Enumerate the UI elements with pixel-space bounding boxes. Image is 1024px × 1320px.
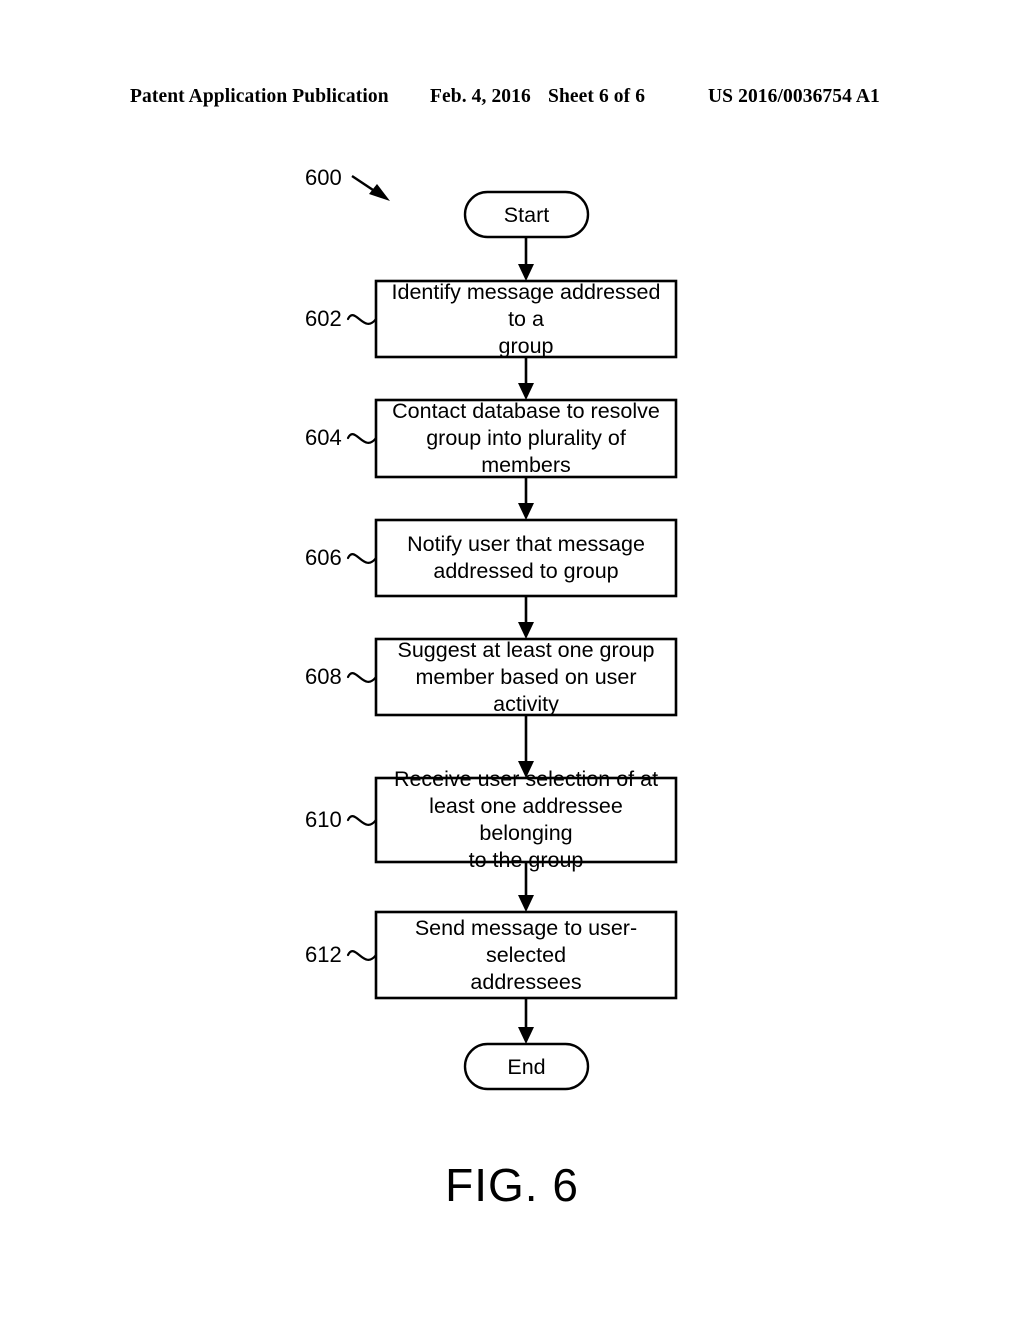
flowchart-diagram	[0, 0, 1024, 1320]
step-box-608	[374, 637, 678, 717]
leader-squiggle-602	[346, 314, 378, 325]
patent-figure-page: Patent Application Publication Feb. 4, 2…	[0, 0, 1024, 1320]
diagram-label-leader-600	[351, 175, 390, 201]
connector-608-to-610	[518, 715, 534, 778]
leader-squiggle-610	[346, 815, 378, 826]
start-terminal-shape	[463, 190, 590, 239]
step-reference-610: 610	[305, 807, 342, 832]
connector-606-to-608	[518, 596, 534, 639]
step-box-602	[374, 279, 678, 359]
connector-612-to-end	[518, 998, 534, 1044]
step-box-610	[374, 776, 678, 864]
step-reference-606: 606	[305, 545, 342, 570]
step-reference-602: 602	[305, 306, 342, 331]
connector-602-to-604	[518, 357, 534, 400]
step-box-606	[374, 518, 678, 598]
diagram-reference-600: 600	[305, 165, 342, 190]
step-reference-604: 604	[305, 425, 342, 450]
leader-squiggle-608	[346, 672, 378, 683]
step-reference-612: 612	[305, 942, 342, 967]
leader-squiggle-612	[346, 950, 378, 961]
leader-squiggle-606	[346, 553, 378, 564]
connector-610-to-612	[518, 862, 534, 912]
end-terminal-shape	[463, 1042, 590, 1091]
leader-squiggle-604	[346, 433, 378, 444]
step-reference-608: 608	[305, 664, 342, 689]
figure-caption: FIG. 6	[445, 1159, 579, 1211]
step-box-604	[374, 398, 678, 479]
connector-604-to-606	[518, 477, 534, 520]
step-box-612	[374, 910, 678, 1000]
connector-start-to-602	[518, 237, 534, 281]
